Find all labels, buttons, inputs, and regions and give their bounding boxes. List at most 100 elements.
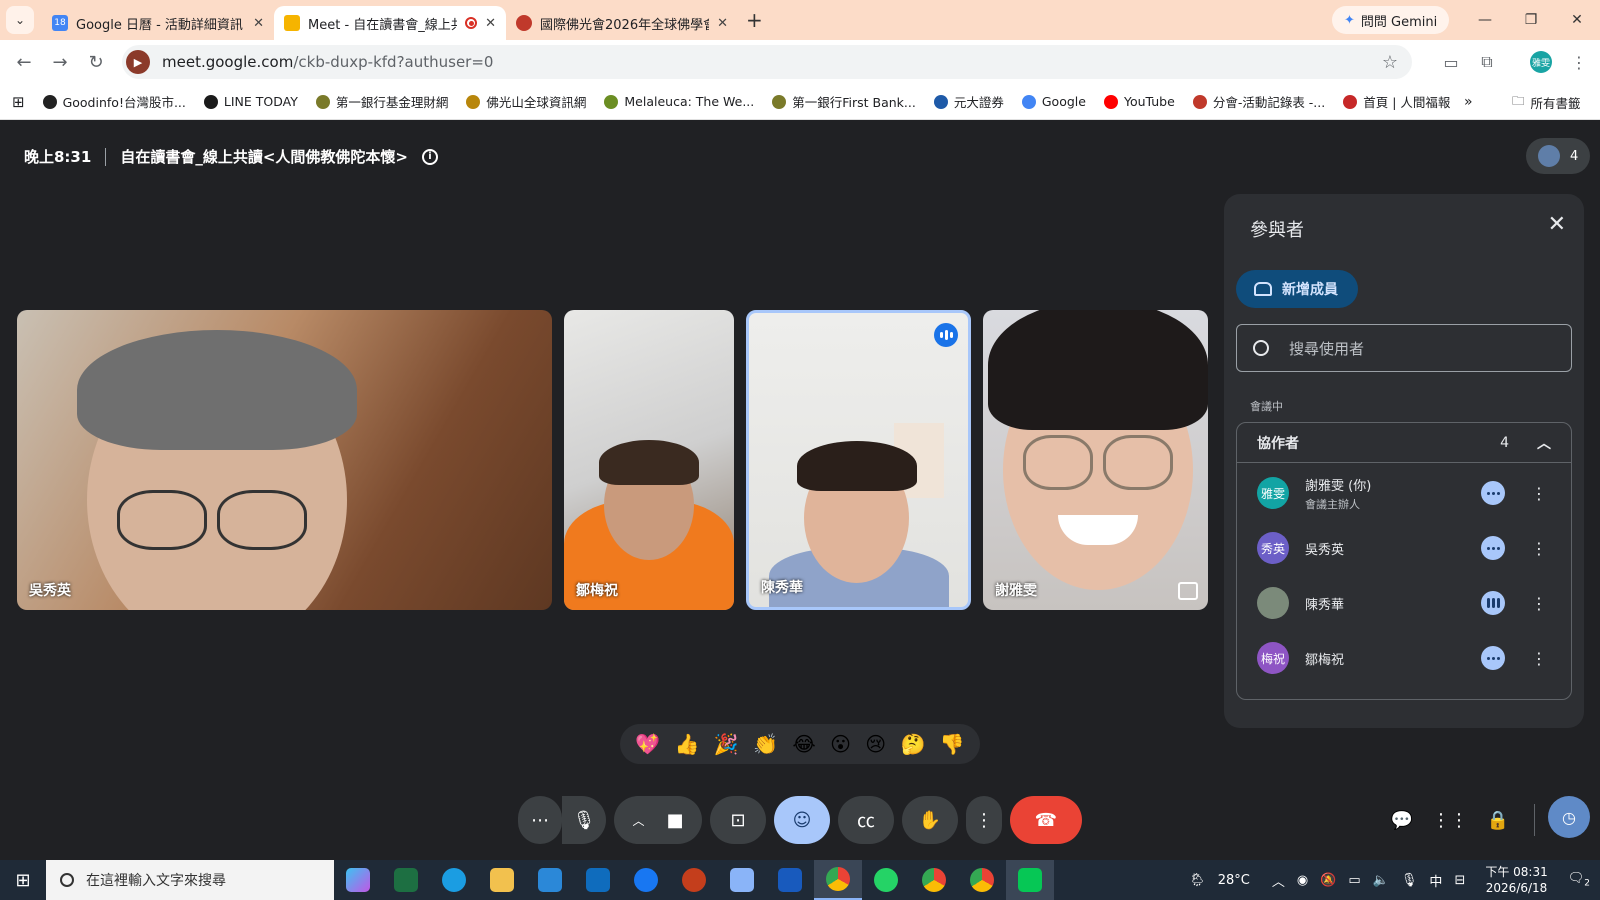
restore-icon[interactable]: ❐ [1508,0,1554,40]
camera-button[interactable]: ︿ ■ [614,796,702,844]
chat-icon[interactable]: 💬 [1382,796,1422,844]
forward-icon[interactable]: → [42,52,78,73]
copilot-icon[interactable] [334,860,382,900]
weather-icon[interactable]: 🌦 [1189,873,1206,888]
line-icon[interactable] [1006,860,1054,900]
kebab-icon[interactable]: ⋮ [1531,484,1547,503]
outlook-icon[interactable] [574,860,622,900]
notification-center-icon[interactable]: 🗨2 [1568,871,1590,889]
video-tile[interactable]: 鄒梅祝 [564,310,734,610]
reaction-emoji[interactable]: 💖 [635,732,660,756]
back-icon[interactable]: ← [6,52,42,73]
browser-menu-icon[interactable]: ⋮ [1562,40,1596,84]
bookmark-item[interactable]: 分會-活動記錄表 -... [1192,92,1325,111]
tab-meet[interactable]: Meet - 自在讀書會_線上共讀 ✕ [274,6,506,40]
profile-avatar[interactable]: 雅雯 [1524,40,1558,84]
gemini-button[interactable]: ✦ 問問 Gemini [1332,6,1450,34]
chevron-up-icon[interactable]: ︿ [632,812,644,829]
mic-tray-icon[interactable]: 🎙 [1401,873,1418,888]
more-dots-icon[interactable] [1481,536,1505,560]
reaction-emoji[interactable]: 🎉 [714,732,739,756]
present-screen-button[interactable]: ⊡ [710,796,766,844]
messenger-icon[interactable] [622,860,670,900]
microphone-button[interactable]: 🎙 [562,796,606,844]
chrome-profile-icon[interactable] [910,860,958,900]
participant-count-button[interactable]: 4 [1526,138,1591,174]
participant-row[interactable]: 秀英 吳秀英 ⋮ [1237,520,1571,576]
bookmark-item[interactable]: 第一銀行First Bank... [772,92,916,111]
whatsapp-icon[interactable] [862,860,910,900]
participant-row[interactable]: 梅祝 鄒梅祝 ⋮ [1237,630,1571,686]
taskbar-search-input[interactable]: 在這裡輸入文字來搜尋 [46,860,334,900]
video-tile[interactable]: 吳秀英 [17,310,552,610]
ime-indicator[interactable]: 中 [1429,871,1442,890]
more-dots-icon[interactable] [1481,481,1505,505]
bookmark-item[interactable]: Melaleuca: The We... [604,92,754,111]
chevron-up-icon[interactable]: ︿ [1537,433,1551,453]
close-icon[interactable]: ✕ [1548,212,1566,237]
leave-call-button[interactable]: ☎ [1010,796,1082,844]
activities-icon[interactable]: ⋮⋮ [1430,796,1470,844]
add-people-button[interactable]: 新增成員 [1236,270,1358,308]
window-close-icon[interactable]: ✕ [1554,0,1600,40]
weather-temp[interactable]: 28°C [1218,873,1250,888]
close-icon[interactable]: ✕ [485,16,496,31]
bookmark-item[interactable]: Google [1021,92,1086,111]
host-controls-icon[interactable]: 🔒 [1478,796,1518,844]
new-tab-icon[interactable]: + [746,8,763,32]
kebab-icon[interactable]: ⋮ [1531,649,1547,668]
contributors-header[interactable]: 協作者 4 ︿ [1237,423,1571,463]
kebab-icon[interactable]: ⋮ [1531,539,1547,558]
tab-exam[interactable]: 國際佛光會2026年全球佛學會考 ✕ [506,6,738,40]
more-options-button[interactable]: ⋮ [966,796,1002,844]
powerpoint-icon[interactable] [670,860,718,900]
search-people-input[interactable]: 搜尋使用者 [1236,324,1572,372]
chrome-profile-icon[interactable] [958,860,1006,900]
captions-button[interactable]: ㏄ [838,796,894,844]
more-dots-icon[interactable] [1481,646,1505,670]
excel-icon[interactable] [382,860,430,900]
kebab-icon[interactable]: ⋮ [1531,594,1547,613]
pip-icon[interactable] [1178,582,1198,600]
system-clock[interactable]: 下午 08:31 2026/6/18 [1485,864,1547,896]
bookmark-item[interactable]: 佛光山全球資訊網 [466,92,586,111]
reaction-emoji[interactable]: 😂 [792,732,815,756]
info-icon[interactable]: i [421,148,438,165]
more-options-left-icon[interactable]: ⋯ [518,796,562,844]
raise-hand-button[interactable]: ✋ [902,796,958,844]
reaction-emoji[interactable]: 👏 [753,732,778,756]
extensions-icon[interactable]: ⧉ [1470,40,1504,84]
all-bookmarks[interactable]: 🗀 所有書籤 [1512,84,1581,120]
reaction-emoji[interactable]: 😮 [830,732,851,756]
meeting-timer-icon[interactable]: ◷ [1548,796,1590,838]
participant-row[interactable]: 陳秀華 ⋮ [1237,575,1571,631]
reload-icon[interactable]: ↻ [78,52,114,73]
mute-notifications-icon[interactable]: 🔕 [1320,873,1336,888]
reaction-emoji[interactable]: 👎 [940,732,965,756]
bookmark-item[interactable]: 元大證券 [933,92,1004,111]
bookmark-star-icon[interactable]: ☆ [1382,52,1398,73]
more-bookmarks-icon[interactable]: » [1464,84,1473,120]
close-icon[interactable]: ✕ [253,16,264,31]
network-icon[interactable]: ▭ [1348,873,1360,888]
bookmark-item[interactable]: Goodinfo!台灣股市... [42,92,186,111]
minimize-icon[interactable]: — [1462,0,1508,40]
reaction-emoji[interactable]: 😢 [865,732,886,756]
close-icon[interactable]: ✕ [717,16,728,31]
apps-grid-icon[interactable]: ⊞ [12,93,25,111]
volume-icon[interactable]: 🔈 [1373,873,1389,888]
word-icon[interactable] [766,860,814,900]
camera-tray-icon[interactable]: ◉ [1297,873,1308,888]
bookmark-item[interactable]: LINE TODAY [203,92,298,111]
windows-start-icon[interactable]: ⊞ [0,860,46,900]
bookmark-item[interactable]: 第一銀行基金理財網 [315,92,448,111]
chevron-up-icon[interactable]: ︿ [1272,871,1285,890]
chrome-icon[interactable] [814,860,862,900]
bookmark-item[interactable]: 首頁 | 人間福報 [1343,92,1450,111]
edge-icon[interactable] [430,860,478,900]
reactions-button[interactable]: ☺ [774,796,830,844]
bookmark-item[interactable]: YouTube [1103,92,1175,111]
paint-icon[interactable] [718,860,766,900]
file-explorer-icon[interactable] [478,860,526,900]
cast-icon[interactable]: ▭ [1434,40,1468,84]
